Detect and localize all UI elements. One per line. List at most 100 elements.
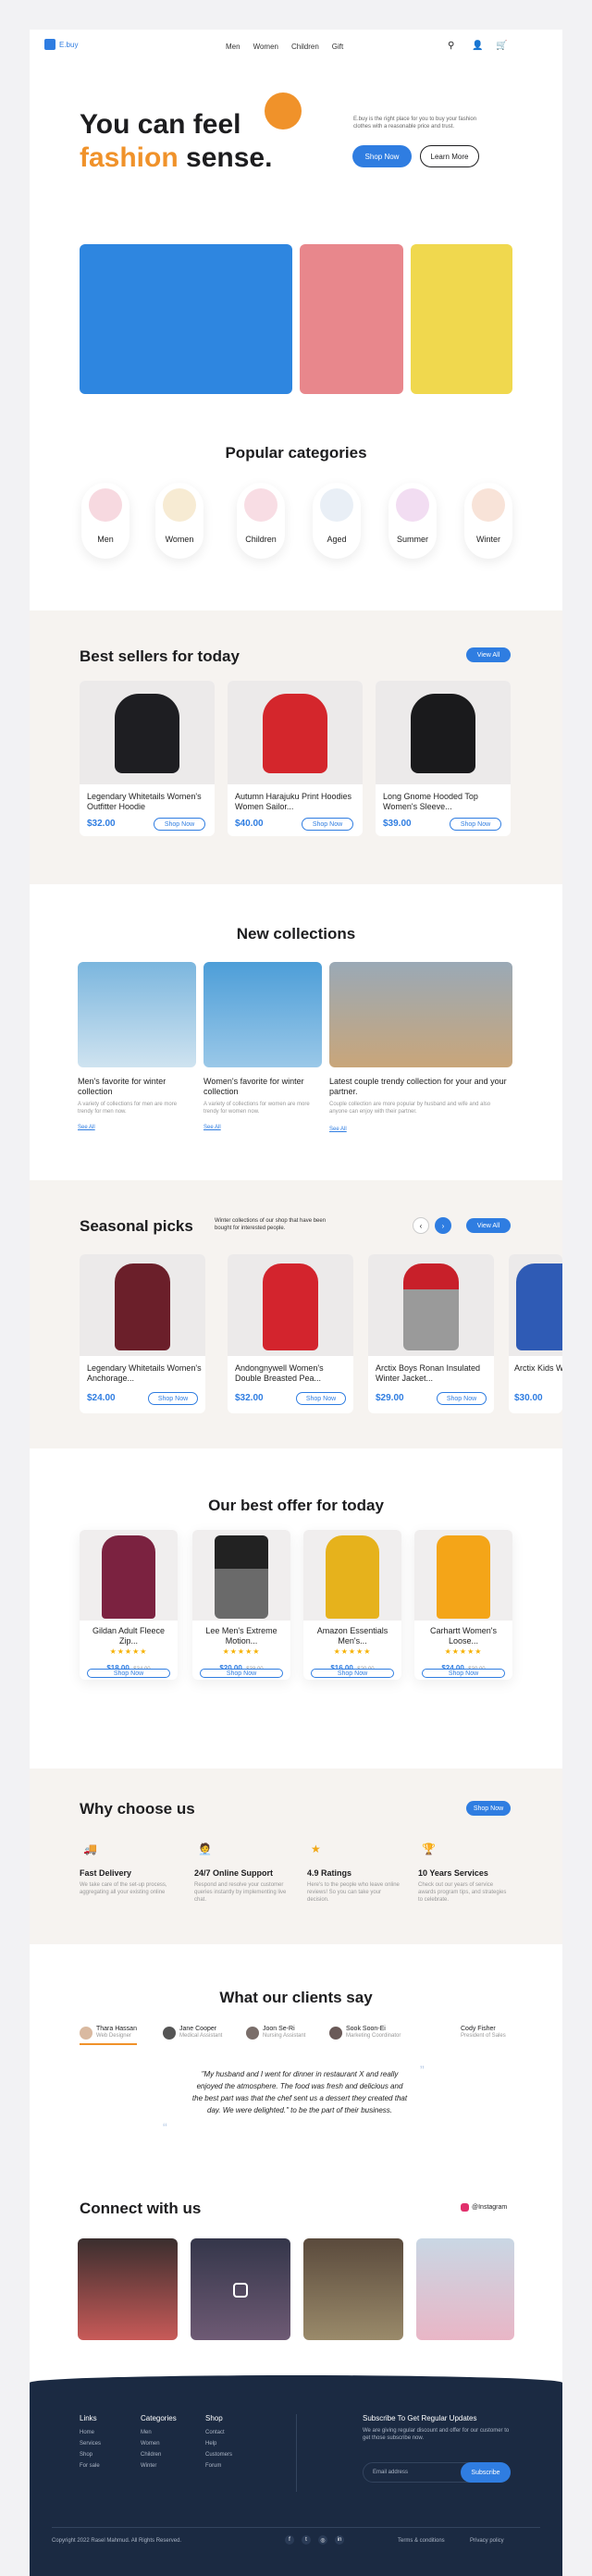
feature-name: Fast Delivery <box>80 1868 132 1878</box>
category-women[interactable]: Women <box>155 483 204 559</box>
why-section <box>30 1769 562 1944</box>
product-card[interactable]: Legendary Whitetails Women's Anchorage..… <box>80 1254 205 1413</box>
product-price: $29.00 <box>376 1393 404 1403</box>
tshirt-figure <box>437 1535 490 1619</box>
user-icon[interactable]: 👤 <box>472 41 483 51</box>
product-name: Lee Men's Extreme Motion... <box>205 1626 278 1645</box>
category-summer[interactable]: Summer <box>388 483 437 559</box>
client-tab[interactable]: Sook Soon-Ei Marketing Coordinator <box>329 2026 401 2040</box>
instagram-icon[interactable]: ◎ <box>318 2535 327 2545</box>
cart-icon[interactable]: 🛒 <box>496 41 507 51</box>
collection-desc: A variety of collections for women are m… <box>204 1102 310 1115</box>
product-card[interactable]: Andongnywell Women's Double Breasted Pea… <box>228 1254 353 1413</box>
offer-card[interactable]: Gildan Adult Fleece Zip... ★★★★★ $18.00 … <box>80 1530 178 1680</box>
shop-now-button[interactable]: Shop Now <box>311 1669 394 1678</box>
hero-image-man <box>411 244 512 394</box>
product-card[interactable]: Legendary Whitetails Women's Outfitter H… <box>80 681 215 836</box>
client-tab[interactable]: Jane Cooper Medical Assistant <box>163 2026 222 2040</box>
subscribe-button[interactable]: Subscribe <box>461 2462 511 2483</box>
shop-now-button[interactable]: Shop Now <box>87 1669 170 1678</box>
shop-now-button[interactable]: Shop Now <box>422 1669 505 1678</box>
avatar <box>472 488 505 522</box>
product-card[interactable]: Arctix Boys Ronan Insulated Winter Jacke… <box>368 1254 494 1413</box>
twitter-icon[interactable]: t <box>302 2535 311 2545</box>
footer-link[interactable]: Home <box>80 2430 101 2435</box>
shop-now-button[interactable]: Shop Now <box>450 818 501 831</box>
offer-card[interactable]: Amazon Essentials Men's... ★★★★★ $16.00 … <box>303 1530 401 1680</box>
collection-name: Latest couple trendy collection for your… <box>329 1077 507 1096</box>
category-aged[interactable]: Aged <box>313 483 361 559</box>
hoodie-figure <box>115 694 179 773</box>
category-men[interactable]: Men <box>81 483 130 559</box>
shop-now-button[interactable]: Shop Now <box>437 1392 487 1405</box>
client-tab[interactable]: Thara Hassan Web Designer <box>80 2026 137 2045</box>
shop-now-button[interactable]: Shop Now <box>352 145 412 167</box>
connect-title: Connect with us <box>80 2200 202 2217</box>
category-winter[interactable]: Winter <box>464 483 512 559</box>
product-name: Long Gnome Hooded Top Women's Sleeve... <box>383 792 478 811</box>
footer-link[interactable]: Men <box>141 2430 177 2435</box>
feature-desc: We take care of the set-up process, aggr… <box>80 1882 167 1895</box>
product-price: $40.00 <box>235 819 264 829</box>
why-shop-now-button[interactable]: Shop Now <box>466 1801 511 1816</box>
nav-gift[interactable]: Gift <box>332 43 343 51</box>
search-icon[interactable]: ⚲ <box>448 41 454 51</box>
nav-women[interactable]: Women <box>253 43 278 51</box>
product-card[interactable]: Long Gnome Hooded Top Women's Sleeve... … <box>376 681 511 836</box>
shop-now-button[interactable]: Shop Now <box>302 818 353 831</box>
see-all-link[interactable]: See All <box>78 1125 95 1130</box>
instagram-photo[interactable] <box>78 2238 178 2340</box>
footer-link[interactable]: Winter <box>141 2463 177 2469</box>
terms-link[interactable]: Terms & conditions <box>398 2538 445 2544</box>
product-card[interactable]: Autumn Harajuku Print Hoodies Women Sail… <box>228 681 363 836</box>
privacy-link[interactable]: Privacy policy <box>470 2538 504 2544</box>
shop-now-button[interactable]: Shop Now <box>296 1392 346 1405</box>
next-arrow-button[interactable]: › <box>435 1217 451 1234</box>
rating-stars: ★★★★★ <box>109 1647 148 1656</box>
footer-link[interactable]: Children <box>141 2452 177 2458</box>
hero-decor-avatar <box>265 92 302 129</box>
footer-link[interactable]: Services <box>80 2441 101 2447</box>
nav-children[interactable]: Children <box>291 43 319 51</box>
offer-card[interactable]: Carhartt Women's Loose... ★★★★★ $24.00 $… <box>414 1530 512 1680</box>
footer-link[interactable]: Help <box>205 2441 232 2447</box>
footer-link[interactable]: Shop <box>80 2452 101 2458</box>
feature-name: 24/7 Online Support <box>194 1868 274 1878</box>
footer-link[interactable]: Forum <box>205 2463 232 2469</box>
product-name: Andongnywell Women's Double Breasted Pea… <box>235 1363 324 1383</box>
collection-image-men[interactable] <box>78 962 196 1067</box>
subscribe-title: Subscribe To Get Regular Updates <box>363 2414 477 2422</box>
collection-image-couple[interactable] <box>329 962 512 1067</box>
shop-now-button[interactable]: Shop Now <box>200 1669 283 1678</box>
quote-open-icon: “ <box>163 2120 167 2135</box>
client-tab[interactable]: Cody Fisher President of Sales <box>461 2026 506 2040</box>
best-view-all-button[interactable]: View All <box>466 647 511 662</box>
footer-link[interactable]: Women <box>141 2441 177 2447</box>
category-children[interactable]: Children <box>237 483 285 559</box>
see-all-link[interactable]: See All <box>329 1127 347 1132</box>
instagram-photo[interactable] <box>303 2238 403 2340</box>
learn-more-button[interactable]: Learn More <box>420 145 479 167</box>
see-all-link[interactable]: See All <box>204 1125 221 1130</box>
prev-arrow-button[interactable]: ‹ <box>413 1217 429 1234</box>
offer-card[interactable]: Lee Men's Extreme Motion... ★★★★★ $20.00… <box>192 1530 290 1680</box>
instagram-link[interactable]: @Instagram <box>461 2203 507 2212</box>
instagram-photo[interactable] <box>416 2238 514 2340</box>
logo[interactable]: E.buy <box>44 39 78 50</box>
facebook-icon[interactable]: f <box>285 2535 294 2545</box>
product-name: Carhartt Women's Loose... <box>429 1626 498 1645</box>
rating-stars: ★★★★★ <box>333 1647 372 1656</box>
linkedin-icon[interactable]: in <box>335 2535 344 2545</box>
footer-link[interactable]: For sale <box>80 2463 101 2469</box>
footer-link[interactable]: Contact <box>205 2430 232 2435</box>
shop-now-button[interactable]: Shop Now <box>148 1392 198 1405</box>
avatar <box>163 488 196 522</box>
shop-now-button[interactable]: Shop Now <box>154 818 205 831</box>
nav-men[interactable]: Men <box>226 43 240 51</box>
product-card[interactable]: Arctix Kids Winter Ja... $30.00 <box>509 1254 562 1413</box>
instagram-photo[interactable] <box>191 2238 290 2340</box>
footer-link[interactable]: Customers <box>205 2452 232 2458</box>
collection-image-women[interactable] <box>204 962 322 1067</box>
client-tab[interactable]: Joon Se-Ri Nursing Assistant <box>246 2026 305 2040</box>
seasonal-view-all-button[interactable]: View All <box>466 1218 511 1233</box>
